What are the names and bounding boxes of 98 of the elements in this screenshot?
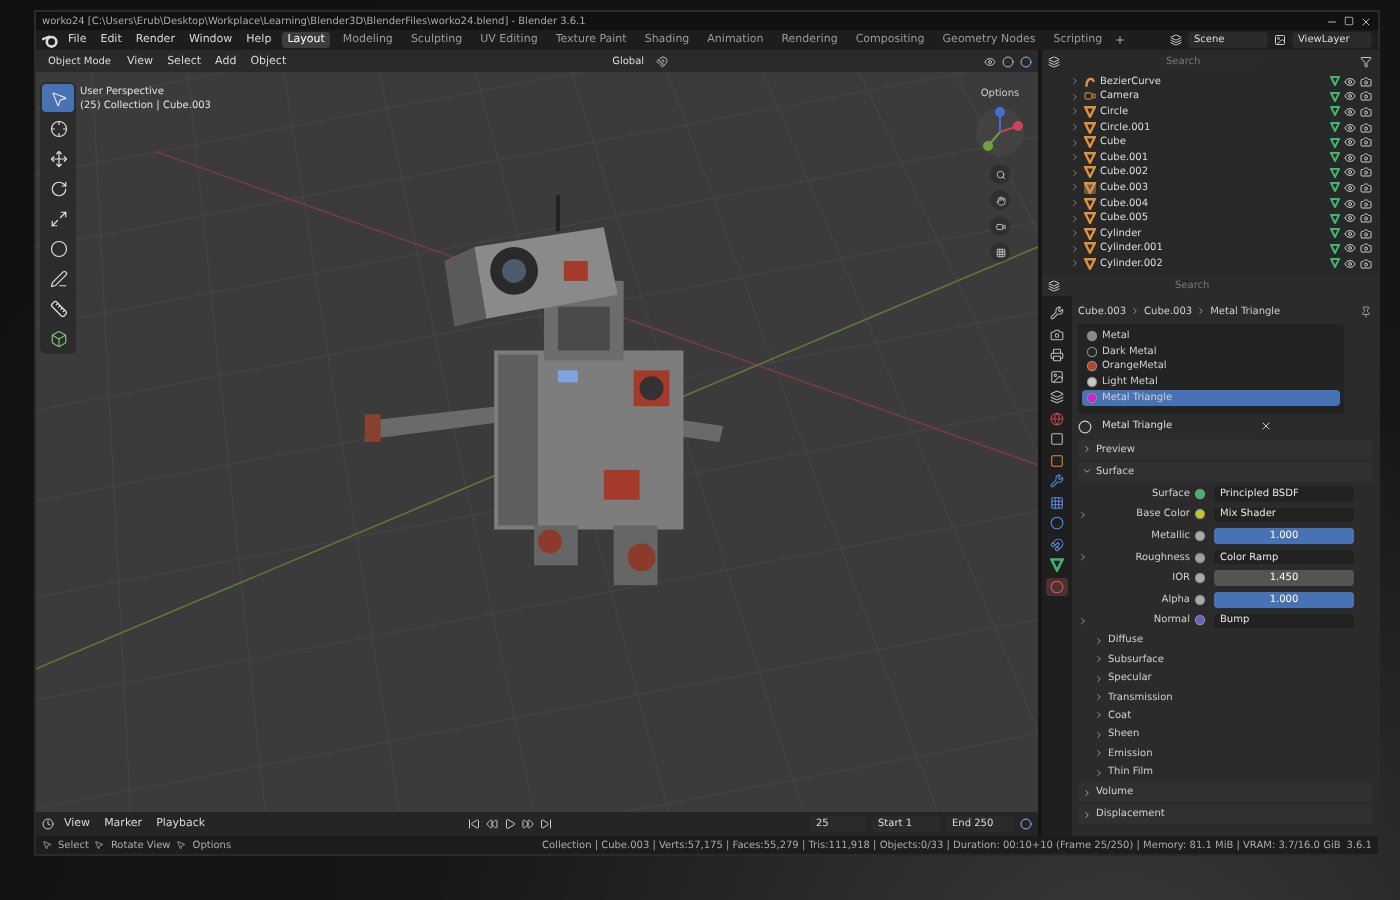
crosshair-icon (49, 119, 67, 137)
triangle-icon (1050, 558, 1064, 572)
rotate-icon (49, 179, 67, 197)
clock-icon[interactable] (42, 818, 54, 830)
eye-icon[interactable] (1344, 227, 1356, 240)
properties-tab[interactable] (1046, 451, 1068, 469)
camera-icon[interactable] (1360, 90, 1372, 103)
eye-icon[interactable] (1344, 105, 1356, 118)
chevron-down-icon (1082, 466, 1092, 477)
properties-tab[interactable] (1046, 388, 1068, 406)
properties-tab[interactable] (1046, 577, 1068, 595)
camera-icon[interactable] (1360, 166, 1372, 179)
camera-icon[interactable] (1360, 181, 1372, 194)
properties-tab[interactable] (1046, 430, 1068, 448)
scale-icon (49, 209, 67, 227)
wrench-icon (1050, 474, 1064, 488)
rewind-icon[interactable] (485, 818, 498, 830)
camera-icon[interactable] (1360, 136, 1372, 149)
properties-tab[interactable] (1046, 304, 1068, 322)
camera-icon[interactable] (1360, 75, 1372, 88)
properties-tab[interactable] (1046, 346, 1068, 364)
properties-tab[interactable] (1046, 493, 1068, 511)
ruler-icon (49, 299, 67, 317)
expand-icon[interactable] (1078, 509, 1088, 520)
eye-icon[interactable] (1344, 197, 1356, 210)
move-icon (49, 149, 67, 167)
grid-button[interactable] (990, 242, 1010, 262)
eye-icon[interactable] (1344, 136, 1356, 149)
pointer-icon (49, 89, 67, 107)
camera-icon[interactable] (1360, 105, 1372, 118)
hand-icon (995, 195, 1005, 205)
expand-icon[interactable] (1078, 615, 1088, 626)
chevron-icon (1196, 306, 1207, 316)
camera-icon[interactable] (1360, 257, 1372, 270)
eye-icon[interactable] (1344, 151, 1356, 164)
camera-icon[interactable] (1360, 151, 1372, 164)
close-icon[interactable] (1260, 420, 1272, 433)
eye-icon[interactable] (984, 55, 996, 67)
camera-icon[interactable] (1360, 121, 1372, 134)
add-icon[interactable] (1114, 34, 1127, 46)
camera-button[interactable] (990, 216, 1010, 236)
curve-icon (1084, 75, 1096, 88)
eye-icon[interactable] (1344, 181, 1356, 194)
eye-icon[interactable] (1344, 75, 1356, 88)
socket-dot (1196, 595, 1204, 604)
search-icon (995, 169, 1005, 179)
square-icon (1050, 432, 1064, 446)
camera-icon[interactable] (1360, 227, 1372, 240)
pin-icon[interactable] (1360, 305, 1372, 317)
forward-icon[interactable] (521, 818, 534, 830)
axis-gizmo-icon[interactable] (974, 106, 1026, 158)
transform-icon (49, 239, 67, 257)
eye-icon[interactable] (1344, 212, 1356, 225)
pen-icon (49, 269, 67, 287)
eye-icon[interactable] (1344, 121, 1356, 134)
play-icon[interactable] (503, 818, 516, 830)
close-icon[interactable] (1360, 15, 1372, 27)
jump-start-icon[interactable] (467, 818, 480, 830)
minimize-icon[interactable] (1326, 15, 1338, 27)
properties-tab[interactable] (1046, 472, 1068, 490)
maximize-icon[interactable] (1344, 16, 1354, 26)
camera-icon (995, 221, 1005, 231)
cube-icon (49, 329, 67, 347)
chevron-icon (1082, 444, 1092, 455)
image-icon (1274, 34, 1286, 46)
eye-icon[interactable] (1344, 257, 1356, 270)
globe-icon (1050, 411, 1064, 425)
properties-tab[interactable] (1046, 556, 1068, 574)
magnet-icon[interactable] (656, 55, 669, 67)
grid-icon (995, 247, 1005, 257)
expand-icon[interactable] (1078, 552, 1088, 563)
jump-end-icon[interactable] (539, 818, 552, 830)
sphere-icon (1050, 579, 1064, 593)
filter-icon[interactable] (1360, 56, 1372, 68)
logo-icon[interactable] (42, 33, 58, 47)
properties-tab[interactable] (1046, 325, 1068, 343)
camera-icon[interactable] (1360, 212, 1372, 225)
camera-icon (1084, 90, 1096, 103)
properties-tab[interactable] (1046, 367, 1068, 385)
eye-icon[interactable] (1344, 242, 1356, 255)
properties-tab[interactable] (1046, 514, 1068, 532)
sphere-icon[interactable] (1078, 419, 1092, 434)
socket-dot (1196, 574, 1204, 583)
pan-button[interactable] (990, 190, 1010, 210)
camera-icon (1050, 327, 1064, 341)
tool-icon (1050, 306, 1064, 320)
eye-icon[interactable] (1344, 90, 1356, 103)
chevron-icon (1130, 306, 1141, 316)
socket-dot (1196, 531, 1204, 540)
printer-icon (1050, 348, 1064, 362)
zoom-button[interactable] (990, 164, 1010, 184)
camera-icon[interactable] (1360, 242, 1372, 255)
layers-icon (1050, 390, 1064, 404)
properties-tab[interactable] (1046, 535, 1068, 553)
camera-icon[interactable] (1360, 197, 1372, 210)
square-icon (1050, 453, 1064, 467)
image-icon (1050, 369, 1064, 383)
eye-icon[interactable] (1344, 166, 1356, 179)
